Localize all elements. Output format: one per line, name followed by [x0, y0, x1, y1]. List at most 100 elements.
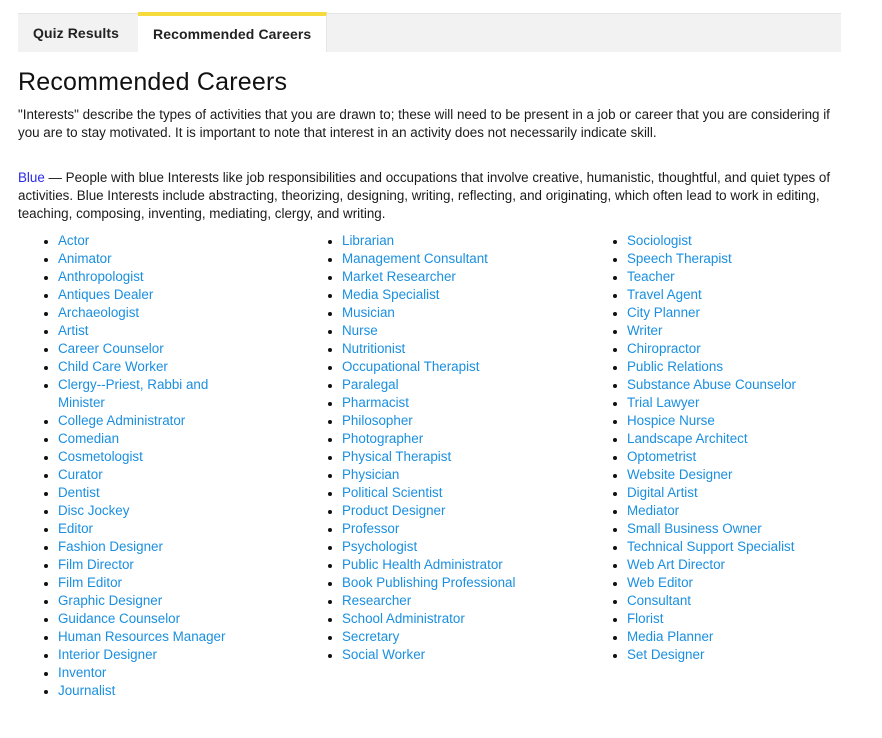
career-list-item: Paralegal: [302, 376, 572, 394]
career-list-item: Teacher: [587, 268, 867, 286]
career-link[interactable]: Career Counselor: [58, 341, 164, 356]
career-list-item: Clergy--Priest, Rabbi and Minister: [18, 376, 238, 412]
career-list-item: Anthropologist: [18, 268, 238, 286]
career-link[interactable]: Media Planner: [627, 629, 713, 644]
career-link[interactable]: Occupational Therapist: [342, 359, 479, 374]
career-link[interactable]: Pharmacist: [342, 395, 409, 410]
career-link[interactable]: Interior Designer: [58, 647, 157, 662]
career-link[interactable]: Disc Jockey: [58, 503, 129, 518]
career-list-item: Sociologist: [587, 232, 867, 250]
career-link[interactable]: Digital Artist: [627, 485, 698, 500]
career-list-item: Digital Artist: [587, 484, 867, 502]
career-link[interactable]: School Administrator: [342, 611, 465, 626]
career-link[interactable]: Psychologist: [342, 539, 417, 554]
career-link[interactable]: Actor: [58, 233, 89, 248]
career-link[interactable]: Animator: [58, 251, 112, 266]
career-link[interactable]: Hospice Nurse: [627, 413, 715, 428]
career-link[interactable]: Teacher: [627, 269, 675, 284]
interest-color-name: Blue: [18, 170, 45, 185]
career-link[interactable]: Social Worker: [342, 647, 425, 662]
career-link[interactable]: Human Resources Manager: [58, 629, 225, 644]
career-link[interactable]: Trial Lawyer: [627, 395, 699, 410]
career-link[interactable]: Public Health Administrator: [342, 557, 503, 572]
career-link[interactable]: Technical Support Specialist: [627, 539, 794, 554]
career-list-item: Researcher: [302, 592, 572, 610]
career-link[interactable]: Web Editor: [627, 575, 693, 590]
career-link[interactable]: Cosmetologist: [58, 449, 143, 464]
career-link[interactable]: Clergy--Priest, Rabbi and Minister: [58, 377, 208, 410]
career-link[interactable]: College Administrator: [58, 413, 185, 428]
career-link[interactable]: Speech Therapist: [627, 251, 732, 266]
career-link[interactable]: Film Director: [58, 557, 134, 572]
tab-bar: Quiz Results Recommended Careers: [18, 12, 841, 52]
career-link[interactable]: Market Researcher: [342, 269, 456, 284]
career-list-item: Child Care Worker: [18, 358, 238, 376]
career-list-item: Curator: [18, 466, 238, 484]
career-link[interactable]: Guidance Counselor: [58, 611, 180, 626]
career-link[interactable]: Fashion Designer: [58, 539, 163, 554]
career-link[interactable]: Chiropractor: [627, 341, 701, 356]
career-link[interactable]: Child Care Worker: [58, 359, 168, 374]
tab-label: Quiz Results: [33, 25, 119, 41]
career-link[interactable]: Antiques Dealer: [58, 287, 153, 302]
career-link[interactable]: Media Specialist: [342, 287, 440, 302]
career-link[interactable]: Substance Abuse Counselor: [627, 377, 796, 392]
career-link[interactable]: Small Business Owner: [627, 521, 762, 536]
career-link[interactable]: Set Designer: [627, 647, 704, 662]
career-link[interactable]: Artist: [58, 323, 89, 338]
career-link[interactable]: Editor: [58, 521, 93, 536]
career-link[interactable]: Sociologist: [627, 233, 692, 248]
career-link[interactable]: Website Designer: [627, 467, 732, 482]
career-link[interactable]: Researcher: [342, 593, 411, 608]
career-link[interactable]: Philosopher: [342, 413, 413, 428]
career-list-item: Management Consultant: [302, 250, 572, 268]
career-list-item: Media Planner: [587, 628, 867, 646]
career-list-item: Photographer: [302, 430, 572, 448]
career-link[interactable]: Film Editor: [58, 575, 122, 590]
career-link[interactable]: Graphic Designer: [58, 593, 162, 608]
career-link[interactable]: Product Designer: [342, 503, 445, 518]
career-link[interactable]: Political Scientist: [342, 485, 442, 500]
career-link[interactable]: Librarian: [342, 233, 394, 248]
tab-quiz-results[interactable]: Quiz Results: [18, 14, 138, 52]
career-link[interactable]: Inventor: [58, 665, 106, 680]
career-link[interactable]: Consultant: [627, 593, 691, 608]
career-link[interactable]: Secretary: [342, 629, 399, 644]
career-link[interactable]: Physical Therapist: [342, 449, 451, 464]
career-link[interactable]: Professor: [342, 521, 399, 536]
career-link[interactable]: City Planner: [627, 305, 700, 320]
career-list-item: Guidance Counselor: [18, 610, 238, 628]
career-link[interactable]: Journalist: [58, 683, 115, 698]
career-list-item: Web Art Director: [587, 556, 867, 574]
career-link[interactable]: Landscape Architect: [627, 431, 748, 446]
career-link[interactable]: Florist: [627, 611, 663, 626]
career-link[interactable]: Nutritionist: [342, 341, 405, 356]
career-link[interactable]: Optometrist: [627, 449, 696, 464]
career-link[interactable]: Physician: [342, 467, 399, 482]
career-list-item: Psychologist: [302, 538, 572, 556]
career-link[interactable]: Book Publishing Professional: [342, 575, 515, 590]
career-list-item: Film Editor: [18, 574, 238, 592]
career-link[interactable]: Archaeologist: [58, 305, 139, 320]
career-link[interactable]: Web Art Director: [627, 557, 725, 572]
career-link[interactable]: Travel Agent: [627, 287, 702, 302]
career-list-item: Secretary: [302, 628, 572, 646]
career-link[interactable]: Public Relations: [627, 359, 723, 374]
career-link[interactable]: Dentist: [58, 485, 100, 500]
career-link[interactable]: Mediator: [627, 503, 679, 518]
career-link[interactable]: Curator: [58, 467, 103, 482]
career-list-item: Website Designer: [587, 466, 867, 484]
career-list-item: Editor: [18, 520, 238, 538]
tab-recommended-careers[interactable]: Recommended Careers: [138, 12, 328, 52]
career-list-item: Antiques Dealer: [18, 286, 238, 304]
career-link[interactable]: Paralegal: [342, 377, 399, 392]
career-link[interactable]: Anthropologist: [58, 269, 144, 284]
career-link[interactable]: Musician: [342, 305, 395, 320]
career-list-item: Public Relations: [587, 358, 867, 376]
career-link[interactable]: Management Consultant: [342, 251, 488, 266]
career-list-item: Librarian: [302, 232, 572, 250]
career-link[interactable]: Writer: [627, 323, 662, 338]
career-link[interactable]: Photographer: [342, 431, 423, 446]
career-link[interactable]: Nurse: [342, 323, 378, 338]
career-link[interactable]: Comedian: [58, 431, 119, 446]
